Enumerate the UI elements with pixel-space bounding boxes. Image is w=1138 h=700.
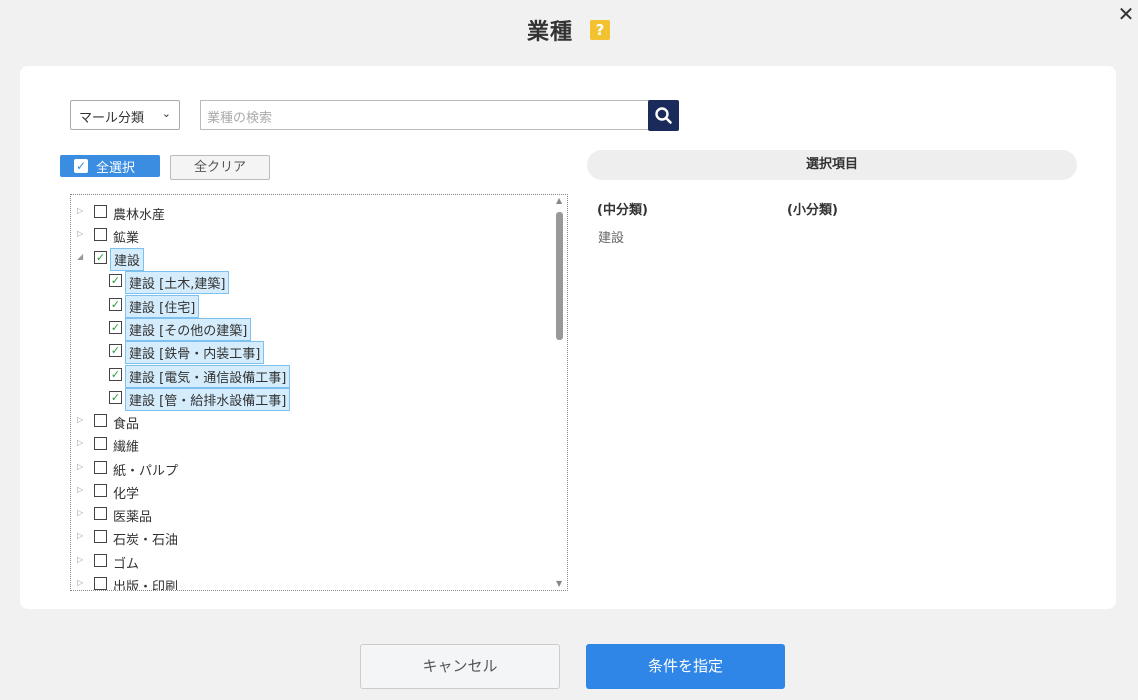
tree-checkbox[interactable]	[94, 205, 107, 218]
mid-category-heading: (中分類)	[597, 203, 648, 218]
close-icon[interactable]: ✕	[1116, 4, 1136, 24]
tree-item-label: 建設 [管・給排水設備工事]	[125, 388, 291, 411]
tree-item-label: ゴム	[113, 557, 140, 572]
collapsed-arrow-icon[interactable]: ▷	[77, 578, 87, 587]
tree-item-label: 建設 [住宅]	[125, 295, 200, 318]
classification-select-value: マール分類	[79, 111, 145, 126]
cancel-button[interactable]: キャンセル	[360, 644, 560, 689]
tree-item-label: 鉱業	[113, 231, 140, 246]
tree-item-label: 食品	[113, 417, 140, 432]
tree-checkbox[interactable]	[94, 554, 107, 567]
tree-item-label: 農林水産	[113, 208, 166, 223]
checkbox-icon: ✓	[74, 159, 88, 173]
tree-item-label: 化学	[113, 487, 140, 502]
tree-checkbox[interactable]: ✓	[94, 251, 107, 264]
tree-checkbox[interactable]	[94, 461, 107, 474]
select-all-label: 全選択	[96, 161, 136, 176]
collapsed-arrow-icon[interactable]: ▷	[77, 438, 87, 447]
small-category-heading: (小分類)	[787, 203, 838, 218]
tree-checkbox[interactable]: ✓	[109, 344, 122, 357]
tree-scrollbar[interactable]: ▲ ▼	[554, 196, 566, 590]
mid-category-value: 建設	[598, 231, 625, 246]
collapsed-arrow-icon[interactable]: ▷	[77, 462, 87, 471]
chevron-down-icon: ⌄	[161, 107, 171, 120]
tree-checkbox[interactable]	[94, 414, 107, 427]
tree-checkbox[interactable]	[94, 228, 107, 241]
tree-item-label: 医薬品	[113, 510, 153, 525]
tree-item-label: 建設 [電気・通信設備工事]	[125, 365, 291, 388]
tree-checkbox[interactable]: ✓	[109, 274, 122, 287]
search-input[interactable]: 業種の検索	[200, 100, 650, 130]
tree-item-label: 出版・印刷	[113, 580, 179, 591]
collapsed-arrow-icon[interactable]: ▷	[77, 531, 87, 540]
tree-checkbox[interactable]: ✓	[109, 391, 122, 404]
help-icon[interactable]: ?	[590, 20, 610, 40]
search-icon	[655, 107, 672, 124]
clear-all-button[interactable]: 全クリア	[170, 155, 270, 180]
scroll-thumb[interactable]	[556, 212, 563, 340]
search-button[interactable]	[648, 100, 679, 131]
tree-checkbox[interactable]: ✓	[109, 321, 122, 334]
collapsed-arrow-icon[interactable]: ▷	[77, 229, 87, 238]
tree-checkbox[interactable]	[94, 437, 107, 450]
tree-item-label: 紙・パルプ	[113, 464, 179, 479]
expanded-arrow-icon[interactable]: ◢	[77, 252, 87, 261]
tree-item-label: 建設 [鉄骨・内装工事]	[125, 341, 265, 364]
collapsed-arrow-icon[interactable]: ▷	[77, 206, 87, 215]
scroll-down-icon[interactable]: ▼	[556, 579, 562, 588]
selected-items-header: 選択項目	[587, 150, 1077, 180]
main-panel: マール分類 ⌄ 業種の検索 ✓ 全選択 全クリア ▷ 農林水産 ▷ 鉱業 ◢ ✓ 建設 ✓ 建設…	[20, 66, 1116, 609]
collapsed-arrow-icon[interactable]: ▷	[77, 485, 87, 494]
submit-button[interactable]: 条件を指定	[586, 644, 785, 689]
tree-item-label: 建設	[110, 248, 145, 271]
tree-checkbox[interactable]	[94, 484, 107, 497]
tree-checkbox[interactable]: ✓	[109, 368, 122, 381]
collapsed-arrow-icon[interactable]: ▷	[77, 555, 87, 564]
tree-checkbox[interactable]	[94, 530, 107, 543]
collapsed-arrow-icon[interactable]: ▷	[77, 415, 87, 424]
tree-item-label: 石炭・石油	[113, 533, 179, 548]
industry-tree: ▷ 農林水産 ▷ 鉱業 ◢ ✓ 建設 ✓ 建設 [土木,建築] ✓ 建設 [住宅] ✓ 建設 [その他の…	[70, 194, 568, 591]
tree-checkbox[interactable]	[94, 507, 107, 520]
dialog-title: 業種	[527, 20, 574, 45]
tree-checkbox[interactable]: ✓	[109, 298, 122, 311]
tree-item-label: 繊維	[113, 440, 140, 455]
scroll-up-icon[interactable]: ▲	[556, 196, 562, 205]
dialog-header: 業種 ? ✕	[0, 0, 1138, 60]
tree-item-label: 建設 [その他の建築]	[125, 318, 252, 341]
tree-item-label: 建設 [土木,建築]	[125, 271, 230, 294]
classification-select[interactable]: マール分類 ⌄	[70, 100, 180, 130]
select-all-button[interactable]: ✓ 全選択	[60, 155, 160, 177]
collapsed-arrow-icon[interactable]: ▷	[77, 508, 87, 517]
tree-checkbox[interactable]	[94, 577, 107, 590]
